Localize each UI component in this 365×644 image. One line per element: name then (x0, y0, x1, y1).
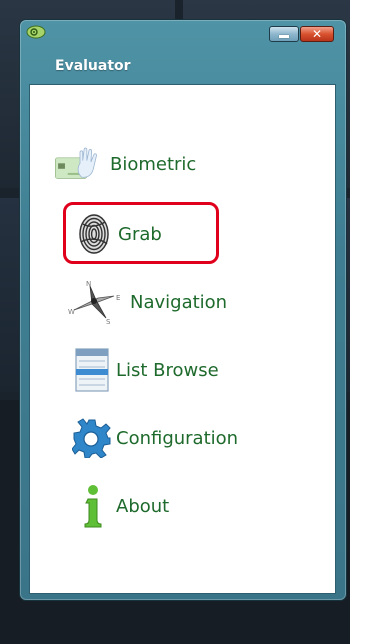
menu-item-biometric[interactable]: Biometric (54, 140, 196, 188)
menu-item-list-browse[interactable]: List Browse (72, 346, 219, 394)
gear-icon (72, 414, 112, 462)
page-margin (350, 0, 365, 644)
svg-text:E: E (116, 294, 120, 302)
desktop: ✕ Evaluator Biometric Grab N E W S Navig… (0, 0, 365, 644)
menu-item-about[interactable]: About (72, 482, 169, 530)
minimize-icon (279, 34, 289, 38)
close-button[interactable]: ✕ (300, 26, 334, 42)
menu-item-label: Navigation (130, 291, 228, 313)
close-icon: ✕ (311, 27, 323, 41)
menu-item-navigation[interactable]: N E W S Navigation (54, 278, 227, 326)
menu-item-label: Configuration (116, 427, 239, 449)
window-title: Evaluator (55, 58, 131, 74)
window-controls: ✕ (269, 26, 334, 42)
svg-text:W: W (68, 308, 75, 316)
menu-item-label: List Browse (116, 359, 219, 381)
list-icon (72, 346, 112, 394)
svg-text:S: S (106, 318, 111, 326)
menu-item-label: Biometric (110, 153, 197, 175)
menu-item-configuration[interactable]: Configuration (72, 414, 238, 462)
fingerprint-icon (74, 210, 114, 258)
app-logo-icon (26, 25, 46, 39)
hand-card-icon (54, 140, 106, 188)
info-icon (72, 482, 112, 530)
compass-icon: N E W S (54, 278, 126, 326)
menu-item-label: About (116, 495, 170, 517)
minimize-button[interactable] (269, 26, 299, 42)
menu-item-label: Grab (118, 223, 162, 245)
menu-item-grab[interactable]: Grab (74, 210, 162, 258)
